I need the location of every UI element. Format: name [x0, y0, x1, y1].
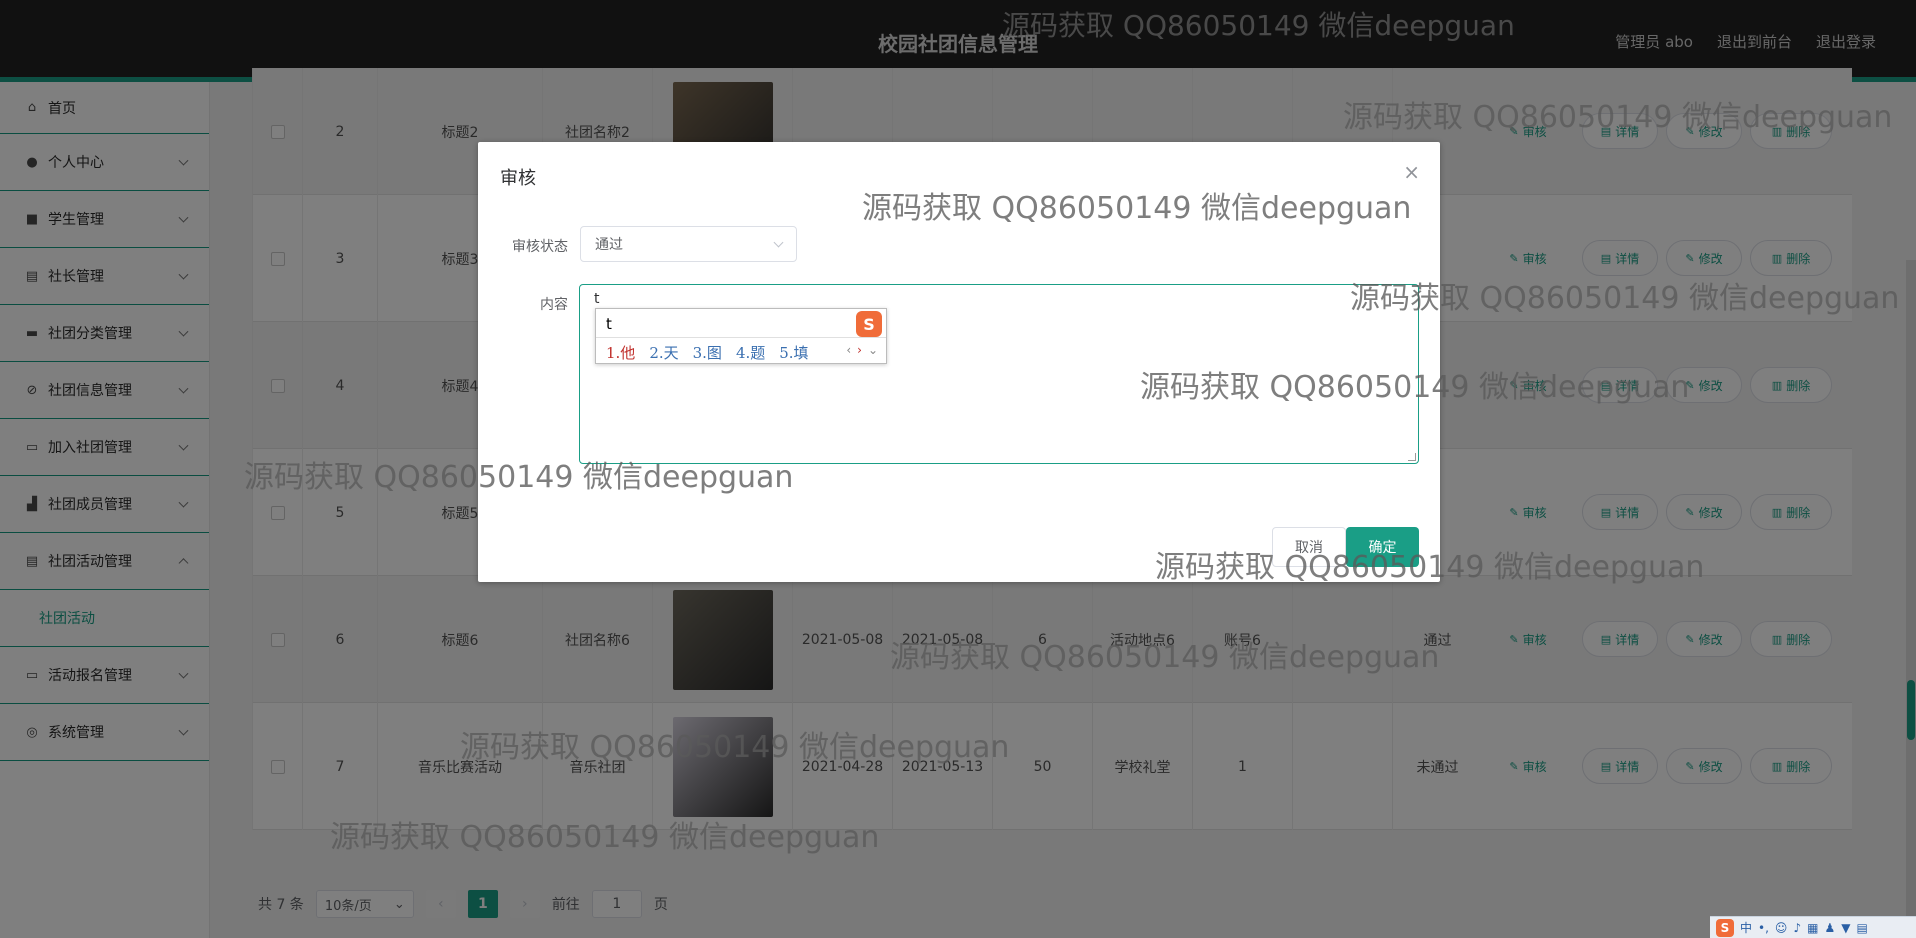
status-label: 审核状态	[512, 239, 568, 255]
audit-status-select[interactable]: 通过	[580, 226, 797, 262]
cancel-button[interactable]: 取消	[1272, 527, 1346, 567]
ime-divider	[596, 337, 886, 338]
skin-icon[interactable]: ♟	[1824, 921, 1835, 935]
ime-candidate[interactable]: 3.图	[693, 342, 722, 363]
ime-nav: ‹ › ⌄	[846, 343, 878, 357]
resize-handle-icon[interactable]	[1408, 453, 1416, 461]
ime-candidate[interactable]: 1.他	[606, 342, 635, 363]
ime-toolbar: S 中 •, ☺ ♪ ▦ ♟ ▼ ▤	[1710, 916, 1916, 938]
close-icon[interactable]: ×	[1403, 160, 1420, 184]
sogou-logo-icon: S	[856, 311, 882, 337]
keyboard-icon[interactable]: ▦	[1807, 921, 1818, 935]
confirm-button[interactable]: 确定	[1346, 527, 1419, 567]
chevron-down-icon	[773, 237, 784, 248]
microphone-icon[interactable]: ♪	[1793, 921, 1801, 935]
ime-candidate[interactable]: 2.天	[649, 342, 678, 363]
ime-candidate[interactable]: 5.填	[779, 342, 808, 363]
content-label: 内容	[540, 297, 568, 313]
punctuation-icon[interactable]: •,	[1758, 921, 1769, 935]
ime-candidates: 1.他 2.天 3.图 4.题 5.填	[606, 342, 809, 363]
dialog-title: 审核	[500, 168, 536, 189]
ime-candidate-window: t S 1.他 2.天 3.图 4.题 5.填 ‹ › ⌄	[595, 308, 887, 364]
ime-candidate[interactable]: 4.题	[736, 342, 765, 363]
grid-icon[interactable]: ▤	[1856, 921, 1867, 935]
emoji-icon[interactable]: ☺	[1775, 921, 1788, 935]
audit-status-value: 通过	[595, 237, 623, 253]
chevron-right-icon[interactable]: ›	[857, 343, 862, 357]
chevron-left-icon[interactable]: ‹	[846, 343, 851, 357]
chevron-down-icon[interactable]: ⌄	[868, 343, 878, 357]
shirt-icon[interactable]: ▼	[1841, 921, 1850, 935]
sogou-logo-icon[interactable]: S	[1716, 918, 1734, 937]
lang-indicator[interactable]: 中	[1740, 919, 1752, 936]
ime-composition-text: t	[606, 315, 612, 333]
content-value: t	[594, 291, 600, 307]
